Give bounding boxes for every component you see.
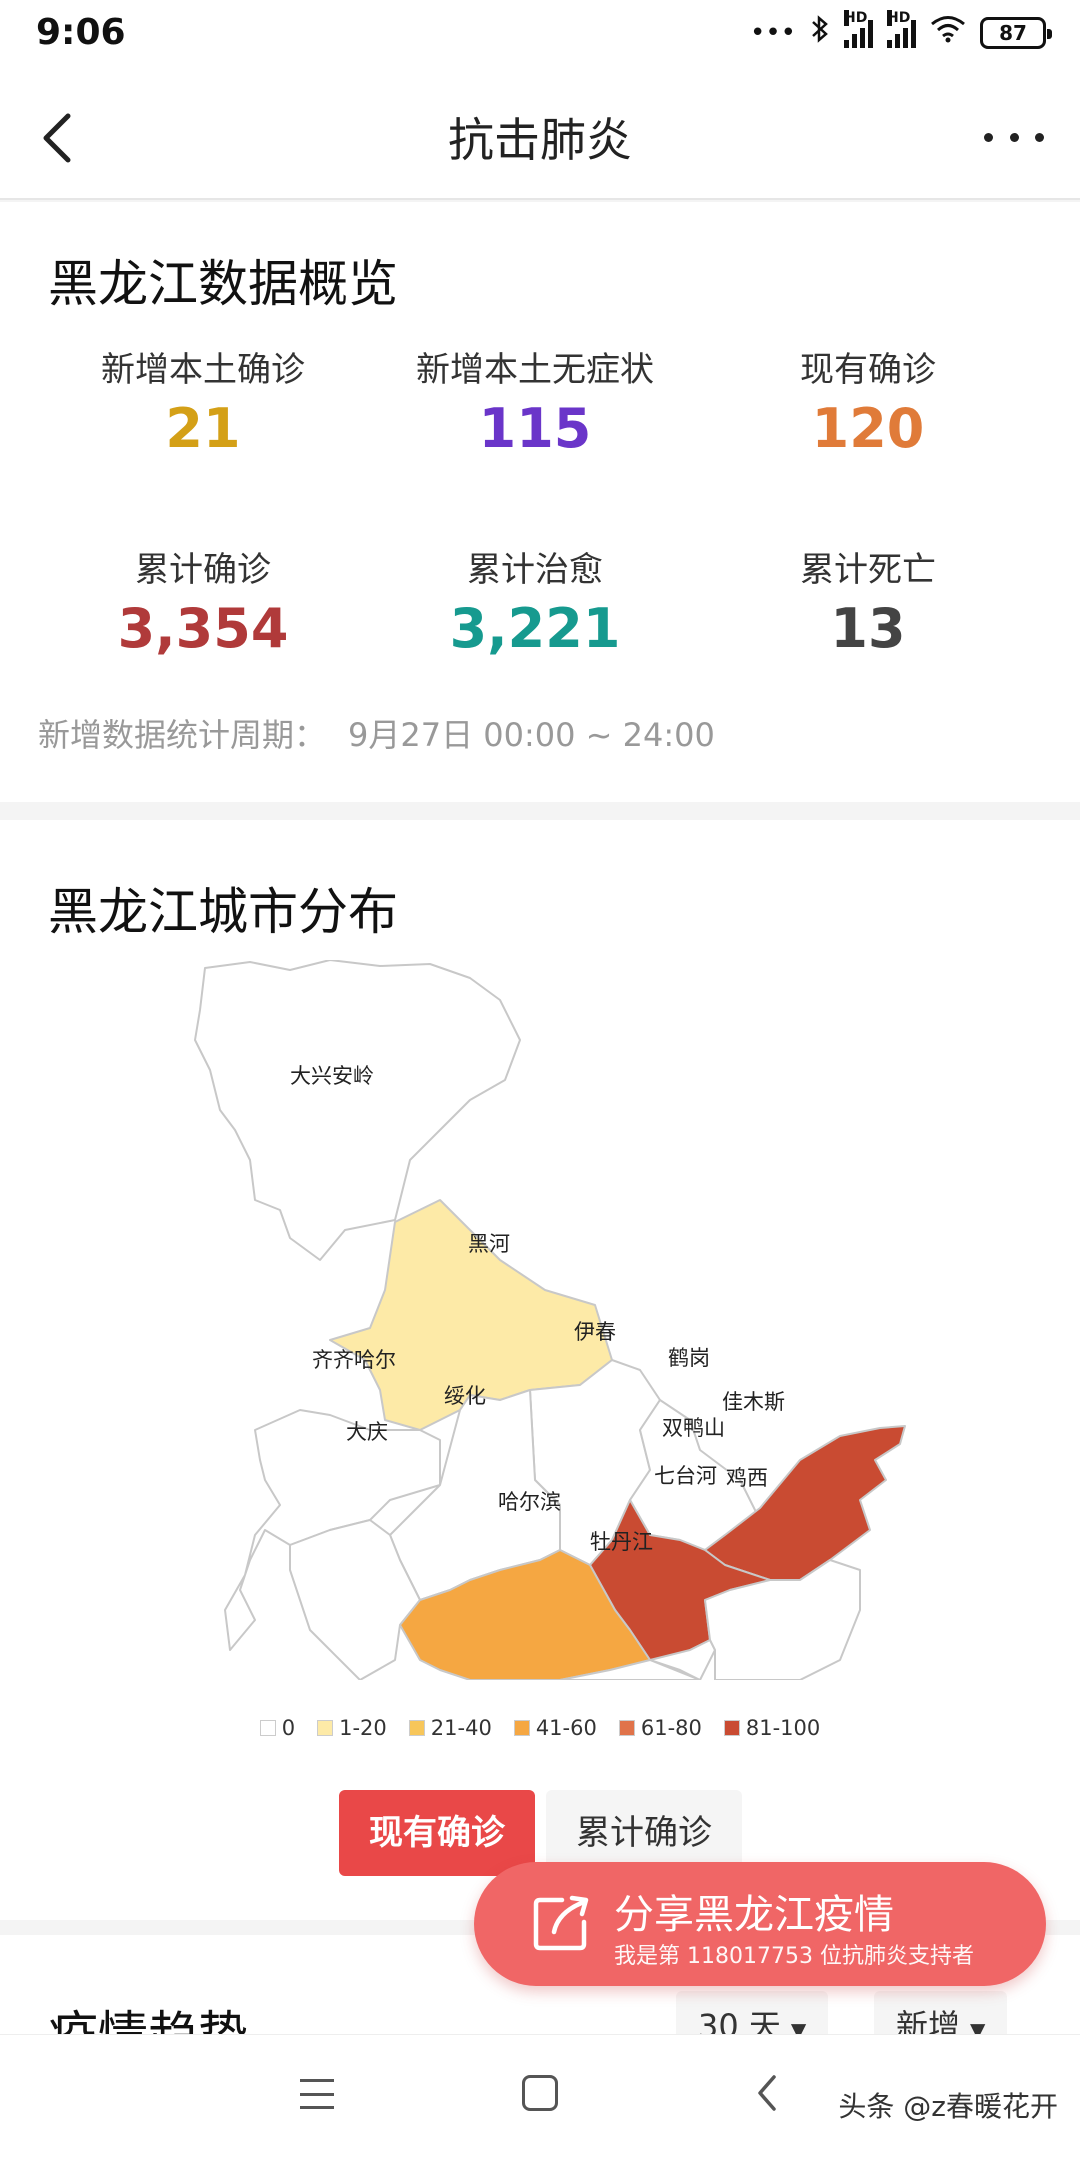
stat-value: 3,221: [449, 597, 621, 660]
page-title: 抗击肺炎: [448, 113, 632, 167]
region-label: 大庆: [346, 1420, 388, 1444]
legend-swatch: [723, 1720, 740, 1736]
stat-value: 21: [165, 397, 241, 460]
region-label: 七台河: [654, 1464, 717, 1488]
region-label: 大兴安岭: [290, 1064, 374, 1088]
status-time: 9:06: [36, 12, 126, 53]
tab-current-confirmed[interactable]: 现有确诊: [339, 1790, 535, 1876]
map-legend: 0 1-20 21-40 41-60 61-80 81-100: [0, 1716, 1080, 1740]
nav-bar: 抗击肺炎: [0, 72, 1080, 200]
region-label: 牡丹江: [590, 1530, 653, 1554]
back-icon[interactable]: [752, 2071, 782, 2115]
more-dots-icon[interactable]: [984, 112, 1044, 162]
overview-card: 黑龙江数据概览 新增本土确诊 21 新增本土无症状 115 现有确诊 120 累…: [0, 202, 1080, 802]
menu-icon[interactable]: [300, 2079, 334, 2109]
mode-dropdown[interactable]: 新增 ▼: [874, 1991, 1008, 2035]
region-daxinganling[interactable]: [194, 959, 521, 1261]
legend-item: 61-80: [618, 1716, 702, 1740]
legend-item: 0: [259, 1716, 295, 1740]
stat-new-local-asymptomatic: 新增本土无症状 115: [355, 342, 715, 460]
wifi-icon: [930, 15, 966, 50]
region-label: 绥化: [444, 1384, 486, 1408]
city-distribution-card: 黑龙江城市分布 大兴安岭 黑河 伊春 鹤岗 佳木斯 齐齐哈尔 绥化 双鸭山 大庆…: [0, 820, 1080, 1920]
share-title: 分享黑龙江疫情: [614, 1892, 894, 1938]
map-svg: [194, 959, 906, 1681]
signal-icon: HD: [887, 9, 916, 48]
stat-value: 3,354: [117, 597, 289, 660]
share-icon: [532, 1894, 590, 1952]
legend-swatch: [618, 1720, 635, 1736]
legend-swatch: [408, 1720, 425, 1736]
region-label: 鸡西: [726, 1466, 768, 1490]
region-label: 双鸭山: [662, 1416, 725, 1440]
stat-total-confirmed: 累计确诊 3,354: [23, 542, 383, 660]
home-icon[interactable]: [522, 2075, 558, 2111]
status-bar: 9:06 ••• HD HD 87: [0, 0, 1080, 72]
region-label: 佳木斯: [722, 1390, 785, 1414]
notification-dots: •••: [749, 17, 796, 48]
period-label: 新增数据统计周期：: [38, 716, 327, 754]
legend-item: 41-60: [513, 1716, 597, 1740]
stat-value: 13: [830, 597, 906, 660]
legend-item: 81-100: [723, 1716, 820, 1740]
stat-value: 115: [478, 397, 592, 460]
legend-swatch: [259, 1720, 276, 1736]
region-label: 齐齐哈尔: [312, 1348, 396, 1372]
trend-title: 疫情趋势: [48, 2006, 248, 2035]
region-label: 黑河: [468, 1232, 510, 1256]
legend-swatch: [513, 1720, 530, 1736]
share-subtitle: 我是第 118017753 位抗肺炎支持者: [614, 1944, 974, 1969]
stat-value: 120: [811, 397, 925, 460]
stat-total-cured: 累计治愈 3,221: [355, 542, 715, 660]
bluetooth-icon: [810, 14, 830, 51]
region-label: 哈尔滨: [498, 1490, 561, 1514]
city-map-title: 黑龙江城市分布: [48, 883, 398, 941]
legend-swatch: [317, 1720, 334, 1736]
stat-period: 新增数据统计周期： 9月27日 00:00 ~ 24:00: [38, 710, 715, 756]
legend-item: 21-40: [408, 1716, 492, 1740]
battery-icon: 87: [980, 16, 1052, 49]
caret-down-icon: ▼: [790, 2018, 807, 2035]
period-value: 9月27日 00:00 ~ 24:00: [348, 716, 715, 754]
range-dropdown[interactable]: 30 天 ▼: [676, 1991, 829, 2035]
stat-current-confirmed: 现有确诊 120: [688, 342, 1048, 460]
status-icons: ••• HD HD 87: [749, 9, 1052, 51]
overview-title: 黑龙江数据概览: [48, 255, 398, 313]
signal-icon: HD: [844, 9, 873, 48]
stat-new-local-confirmed: 新增本土确诊 21: [23, 342, 383, 460]
system-nav-bar: 头条 @z春暖花开: [0, 2034, 1080, 2160]
region-label: 伊春: [574, 1320, 616, 1344]
stat-total-deaths: 累计死亡 13: [688, 542, 1048, 660]
province-map: 大兴安岭 黑河 伊春 鹤岗 佳木斯 齐齐哈尔 绥化 双鸭山 大庆 七台河 鸡西 …: [0, 959, 1080, 1681]
watermark: 头条 @z春暖花开: [838, 2090, 1058, 2123]
legend-item: 1-20: [317, 1716, 387, 1740]
share-button[interactable]: 分享黑龙江疫情 我是第 118017753 位抗肺炎支持者: [474, 1862, 1046, 1986]
caret-down-icon: ▼: [970, 2018, 986, 2035]
region-label: 鹤岗: [668, 1346, 710, 1370]
